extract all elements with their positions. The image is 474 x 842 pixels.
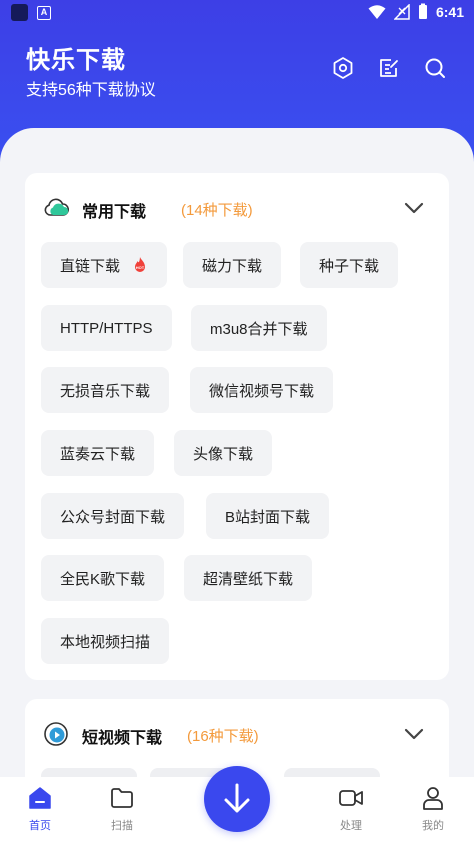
short-video-title: 短视频下载 <box>82 730 163 747</box>
nav-process-label: 处理 <box>340 820 362 832</box>
chip-wallpaper[interactable]: 超清壁纸下载 <box>184 555 313 601</box>
nav-home[interactable]: 首页 <box>15 785 65 833</box>
chip-direct-link[interactable]: 直链下载 HOT <box>41 242 168 288</box>
chip-label: 直链下载 <box>60 257 121 275</box>
hot-badge-text: HOT <box>136 265 145 270</box>
folder-icon <box>111 788 133 808</box>
chip-label: HTTP/HTTPS <box>60 319 153 337</box>
chip-magnet[interactable]: 磁力下载 <box>183 242 282 288</box>
hot-fire-icon: HOT <box>135 257 146 272</box>
home-icon <box>29 787 51 809</box>
chip-m3u8[interactable]: m3u8合并下载 <box>191 305 327 351</box>
chevron-down-icon[interactable] <box>403 723 425 745</box>
main-content: 常用下载 (14种下载) 直链下载 HOT 磁力下载 种子下载 HTTP/HTT… <box>0 128 474 842</box>
app-subtitle: 支持56种下载协议 <box>26 82 156 99</box>
common-downloads-title: 常用下载 <box>82 204 147 221</box>
chip-label: m3u8合并下载 <box>210 320 308 338</box>
notes-icon[interactable] <box>376 55 402 81</box>
settings-icon[interactable] <box>330 55 356 81</box>
chip-torrent[interactable]: 种子下载 <box>300 242 399 288</box>
video-play-icon <box>44 722 68 746</box>
chip-label: 本地视频扫描 <box>60 633 151 651</box>
chip-lossless-music[interactable]: 无损音乐下载 <box>41 367 170 413</box>
chip-label: 磁力下载 <box>202 257 263 275</box>
video-camera-icon <box>339 790 363 806</box>
search-icon[interactable] <box>422 55 448 81</box>
chip-official-cover[interactable]: 公众号封面下载 <box>41 493 185 539</box>
wifi-icon <box>368 4 386 19</box>
nav-scan-label: 扫描 <box>111 820 133 832</box>
chip-avatar[interactable]: 头像下载 <box>174 430 273 476</box>
user-icon <box>423 787 443 810</box>
nav-scan[interactable]: 扫描 <box>97 785 147 833</box>
app-title: 快乐下载 <box>26 47 126 74</box>
cloud-download-icon <box>44 198 69 216</box>
signal-icon <box>393 3 410 20</box>
chip-wechat-video[interactable]: 微信视频号下载 <box>190 367 334 413</box>
chip-label: 无损音乐下载 <box>60 382 151 400</box>
common-downloads-header[interactable]: 常用下载 (14种下载) <box>25 173 449 241</box>
nav-home-label: 首页 <box>29 820 51 832</box>
chip-kge[interactable]: 全民K歌下载 <box>41 555 165 601</box>
battery-icon <box>418 3 427 19</box>
common-downloads-count: (14种下载) <box>181 202 253 219</box>
notification-app-icon <box>11 4 28 21</box>
clock: 6:41 <box>435 3 464 20</box>
chip-label: 蓝奏云下载 <box>60 445 136 463</box>
nav-mine[interactable]: 我的 <box>408 785 458 833</box>
download-arrow-icon <box>224 783 250 813</box>
notification-a-icon: A <box>37 6 51 20</box>
chip-label: 头像下载 <box>193 445 254 463</box>
chevron-down-icon[interactable] <box>403 197 425 219</box>
chip-label: 全民K歌下载 <box>60 570 146 588</box>
chip-bilibili-cover[interactable]: B站封面下载 <box>206 493 330 539</box>
download-fab-button[interactable] <box>204 766 270 832</box>
status-bar: A 6:41 <box>0 0 474 26</box>
chip-label: 种子下载 <box>319 257 380 275</box>
short-video-header[interactable]: 短视频下载 (16种下载) <box>25 699 449 767</box>
chip-label: 公众号封面下载 <box>60 508 166 526</box>
common-downloads-card: 常用下载 (14种下载) 直链下载 HOT 磁力下载 种子下载 HTTP/HTT… <box>25 173 449 680</box>
nav-mine-label: 我的 <box>422 820 444 832</box>
chip-label: 超清壁纸下载 <box>203 570 294 588</box>
chip-label: 微信视频号下载 <box>209 382 315 400</box>
chip-lanzou[interactable]: 蓝奏云下载 <box>41 430 155 476</box>
chip-local-scan[interactable]: 本地视频扫描 <box>41 618 170 664</box>
chip-http[interactable]: HTTP/HTTPS <box>41 305 172 351</box>
chip-label: B站封面下载 <box>225 508 311 526</box>
nav-process[interactable]: 处理 <box>326 785 376 833</box>
short-video-count: (16种下载) <box>187 728 259 745</box>
